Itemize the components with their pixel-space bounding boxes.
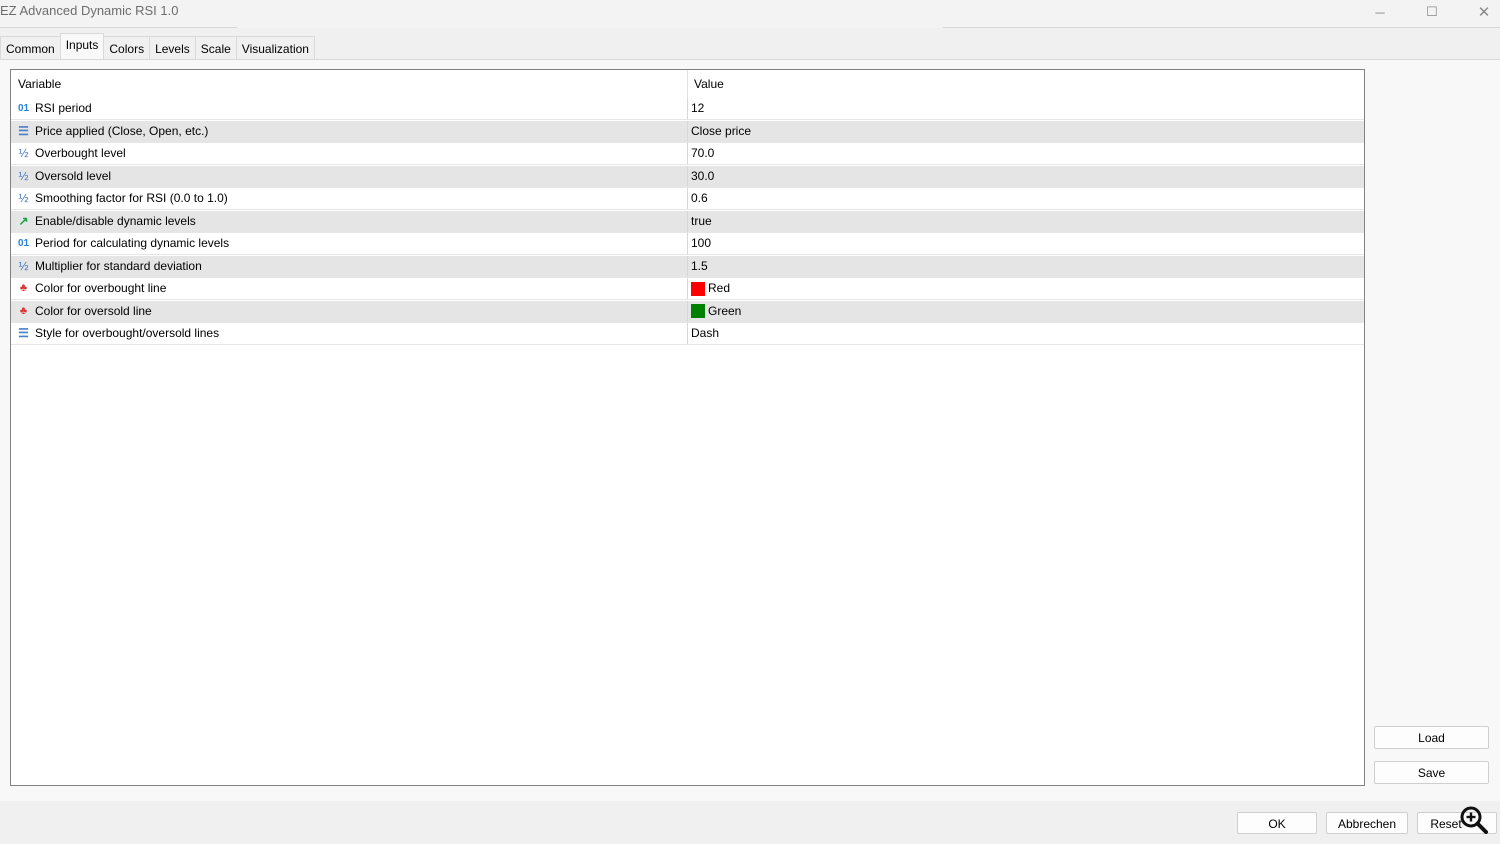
double-icon: ½: [18, 146, 29, 160]
color-swatch: [691, 281, 705, 296]
title-divider: [0, 27, 237, 28]
column-header-variable[interactable]: Variable: [11, 70, 688, 98]
save-button[interactable]: Save: [1374, 761, 1489, 784]
value-cell[interactable]: Green: [688, 301, 1364, 322]
value-label: Green: [708, 303, 742, 318]
value-label: Close price: [691, 123, 752, 138]
maximize-icon: ☐: [1426, 4, 1438, 19]
table-row[interactable]: ½ Multiplier for standard deviation 1.5: [11, 255, 1364, 278]
value-label: 12: [691, 101, 705, 115]
variable-cell[interactable]: ↗ Enable/disable dynamic levels: [11, 210, 688, 232]
variable-cell[interactable]: 01 Period for calculating dynamic levels: [11, 233, 688, 254]
variable-cell[interactable]: ♣ Color for oversold line: [11, 300, 688, 322]
value-label: 30.0: [691, 168, 715, 183]
value-cell[interactable]: 100: [688, 233, 1364, 254]
inputs-table: Variable Value 01 RSI period 12 ☰ Price appl…: [10, 69, 1365, 786]
zoom-in-icon[interactable]: [1457, 804, 1491, 834]
color-icon: ♣: [19, 282, 28, 294]
value-cell[interactable]: true: [688, 211, 1364, 232]
variable-cell[interactable]: ½ Overbought level: [11, 143, 688, 164]
variable-label: Period for calculating dynamic levels: [35, 236, 230, 250]
tab-scale[interactable]: Scale: [194, 36, 237, 59]
tab-colors[interactable]: Colors: [103, 36, 151, 59]
table-row[interactable]: ½ Smoothing factor for RSI (0.0 to 1.0) 0.…: [11, 188, 1364, 210]
table-header: Variable Value: [11, 70, 1364, 98]
value-cell[interactable]: 30.0: [688, 166, 1364, 187]
column-header-value[interactable]: Value: [688, 70, 1364, 98]
table-row[interactable]: ☰ Style for overbought/oversold lines Dash: [11, 323, 1364, 345]
close-icon: ✕: [1477, 4, 1491, 21]
tab-common[interactable]: Common: [0, 36, 61, 59]
double-icon: ½: [18, 258, 29, 273]
double-icon: ½: [18, 168, 29, 183]
integer-icon: 01: [17, 238, 30, 249]
value-label: 70.0: [691, 146, 715, 160]
integer-icon: 01: [17, 103, 30, 114]
value-cell[interactable]: Dash: [688, 323, 1364, 344]
value-label: Dash: [691, 326, 720, 340]
variable-label: Price applied (Close, Open, etc.): [35, 123, 209, 138]
variable-cell[interactable]: ½ Oversold level: [11, 165, 688, 187]
ok-button[interactable]: OK: [1237, 812, 1317, 834]
variable-cell[interactable]: ☰ Price applied (Close, Open, etc.): [11, 120, 688, 142]
variable-cell[interactable]: ♣ Color for overbought line: [11, 278, 688, 299]
table-row[interactable]: ☰ Price applied (Close, Open, etc.) Close …: [11, 120, 1364, 143]
value-cell[interactable]: Close price: [688, 121, 1364, 142]
variable-label: Style for overbought/oversold lines: [35, 326, 220, 340]
table-row[interactable]: ½ Oversold level 30.0: [11, 165, 1364, 188]
title-bar: EZ Advanced Dynamic RSI 1.0 ─ ☐ ✕: [0, 0, 1500, 28]
window-title: EZ Advanced Dynamic RSI 1.0: [0, 3, 179, 18]
tab-visualization[interactable]: Visualization: [235, 36, 315, 59]
cancel-button[interactable]: Abbrechen: [1326, 812, 1408, 834]
enum-icon: ☰: [18, 123, 29, 138]
variable-label: Overbought level: [35, 146, 126, 160]
variable-label: Multiplier for standard deviation: [35, 258, 202, 273]
variable-cell[interactable]: 01 RSI period: [11, 98, 688, 119]
table-row[interactable]: 01 RSI period 12: [11, 98, 1364, 120]
minimize-icon: ─: [1375, 4, 1385, 20]
value-cell[interactable]: 1.5: [688, 256, 1364, 277]
variable-cell[interactable]: ☰ Style for overbought/oversold lines: [11, 323, 688, 344]
tab-levels[interactable]: Levels: [149, 36, 196, 59]
variable-label: RSI period: [35, 101, 92, 115]
enum-icon: ☰: [18, 326, 29, 340]
table-row[interactable]: 01 Period for calculating dynamic levels 1…: [11, 233, 1364, 255]
double-icon: ½: [18, 191, 29, 205]
value-label: true: [691, 213, 712, 228]
tab-inputs[interactable]: Inputs: [59, 33, 105, 59]
tab-strip: Common Inputs Colors Levels Scale Visual…: [0, 33, 315, 60]
table-row[interactable]: ½ Overbought level 70.0: [11, 143, 1364, 165]
close-button[interactable]: ✕: [1461, 0, 1500, 24]
minimize-button[interactable]: ─: [1357, 0, 1403, 24]
value-label: 1.5: [691, 258, 708, 273]
value-cell[interactable]: Red: [688, 278, 1364, 299]
variable-label: Enable/disable dynamic levels: [35, 213, 196, 228]
table-row[interactable]: ♣ Color for overbought line Red: [11, 278, 1364, 300]
table-row[interactable]: ↗ Enable/disable dynamic levels true: [11, 210, 1364, 233]
variable-cell[interactable]: ½ Smoothing factor for RSI (0.0 to 1.0): [11, 188, 688, 209]
bool-icon: ↗: [18, 213, 29, 228]
value-cell[interactable]: 12: [688, 98, 1364, 119]
value-label: 0.6: [691, 191, 708, 205]
value-cell[interactable]: 70.0: [688, 143, 1364, 164]
value-label: 100: [691, 236, 712, 250]
maximize-button[interactable]: ☐: [1409, 0, 1455, 24]
variable-label: Smoothing factor for RSI (0.0 to 1.0): [35, 191, 228, 205]
variable-label: Color for overbought line: [35, 281, 167, 295]
color-swatch: [691, 304, 705, 318]
color-icon: ♣: [19, 304, 28, 317]
table-row[interactable]: ♣ Color for oversold line Green: [11, 300, 1364, 323]
variable-label: Oversold level: [35, 168, 112, 183]
value-cell[interactable]: 0.6: [688, 188, 1364, 209]
variable-label: Color for oversold line: [35, 303, 152, 318]
value-label: Red: [708, 281, 731, 295]
title-divider: [943, 27, 1500, 28]
load-button[interactable]: Load: [1374, 726, 1489, 749]
variable-cell[interactable]: ½ Multiplier for standard deviation: [11, 255, 688, 277]
